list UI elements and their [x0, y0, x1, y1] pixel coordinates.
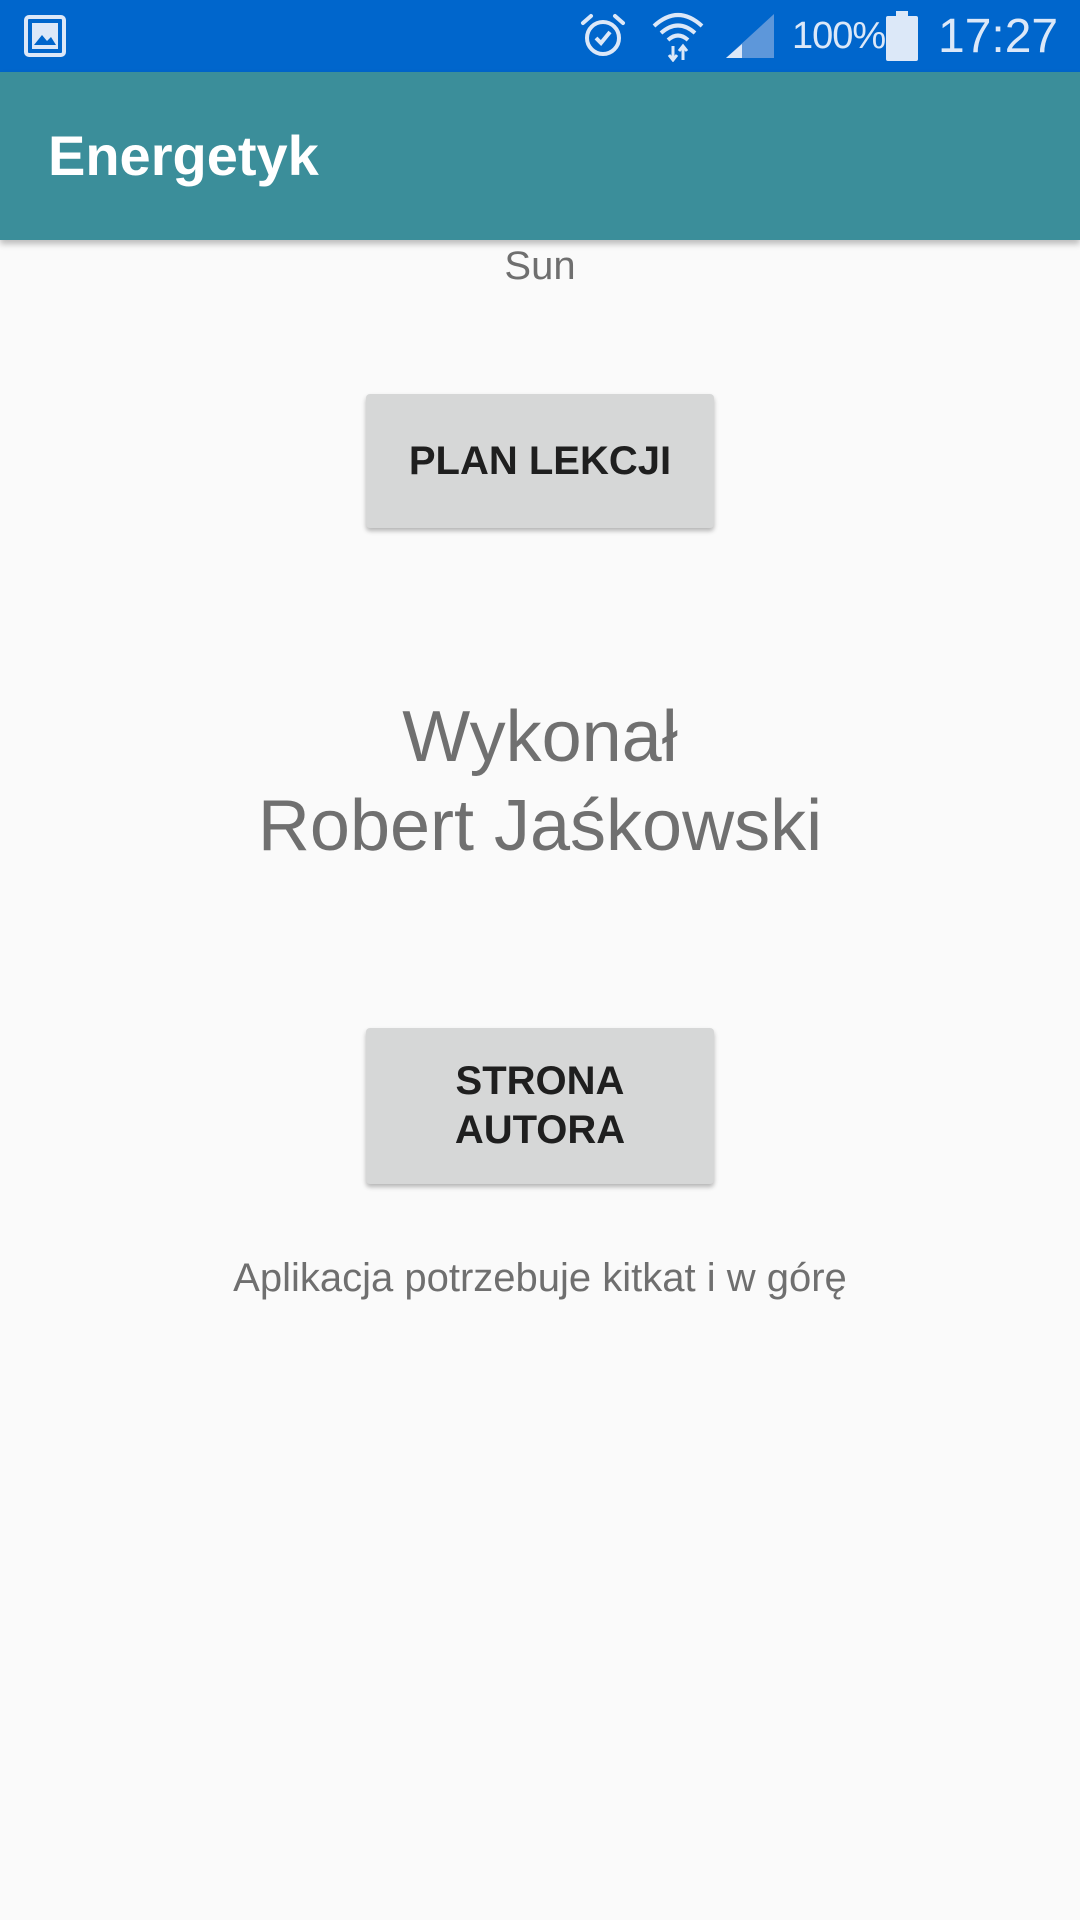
credit-line-author-name: Robert Jaśkowski: [257, 786, 823, 866]
plan-lekcji-button[interactable]: PLAN LEKCJI: [366, 394, 714, 528]
app-bar: Energetyk: [0, 72, 1080, 240]
day-label: Sun: [504, 244, 576, 288]
app-title: Energetyk: [48, 124, 319, 187]
credit-line-made-by: Wykonał: [402, 697, 678, 777]
status-bar: 100% 17:27: [0, 0, 1080, 72]
signal-icon: [724, 0, 776, 72]
battery-full-icon: [886, 0, 918, 72]
wifi-icon: [650, 0, 706, 72]
author-page-button[interactable]: STRONA AUTORA: [366, 1028, 714, 1184]
gallery-icon: [24, 0, 66, 72]
android-requirement-note: Aplikacja potrzebuje kitkat i w górę: [233, 1256, 847, 1300]
author-credit: Wykonał Robert Jaśkowski: [0, 693, 1080, 871]
alarm-icon: [578, 0, 628, 72]
author-button-line-2: AUTORA: [454, 1108, 626, 1152]
author-button-line-1: STRONA: [455, 1059, 625, 1103]
battery-percentage: 100%: [792, 14, 886, 57]
clock: 17:27: [938, 9, 1059, 63]
